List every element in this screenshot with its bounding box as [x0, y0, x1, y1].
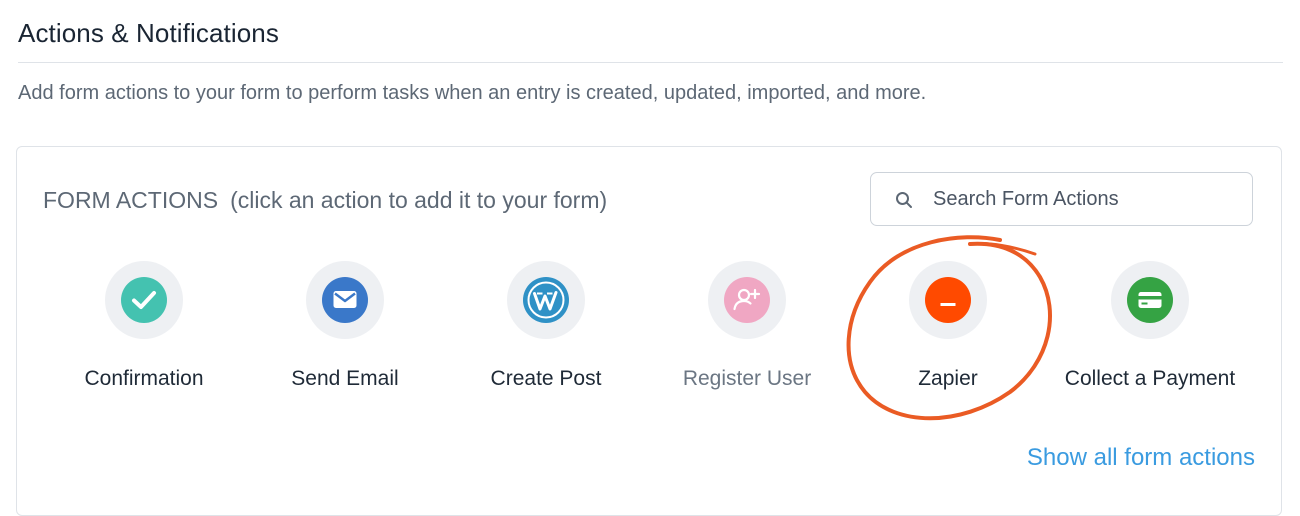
action-label: Send Email	[291, 367, 399, 390]
action-label: Create Post	[490, 367, 602, 390]
panel-heading: FORM ACTIONS (click an action to add it t…	[43, 187, 607, 214]
action-collect-payment-bubble[interactable]	[1111, 261, 1189, 339]
action-send-email[interactable]: Send Email	[245, 261, 445, 391]
annotation-circle	[840, 232, 1070, 447]
action-label: Register User	[682, 367, 812, 390]
show-all-form-actions-link[interactable]: Show all form actions	[1027, 444, 1255, 472]
panel-heading-hint: (click an action to add it to your form)	[230, 187, 608, 213]
action-send-email-bubble[interactable]	[306, 261, 384, 339]
action-register-user-bubble[interactable]	[708, 261, 786, 339]
title-divider	[18, 62, 1283, 63]
action-confirmation[interactable]: Confirmation	[44, 261, 244, 391]
action-label: Collect a Payment	[1064, 367, 1236, 390]
action-create-post[interactable]: Create Post	[446, 261, 646, 391]
search-form-actions-input[interactable]	[933, 173, 1233, 225]
action-collect-payment[interactable]: Collect a Payment	[1050, 261, 1250, 391]
search-form-actions-box[interactable]	[870, 172, 1253, 226]
action-label: Confirmation	[84, 367, 204, 390]
page-title: Actions & Notifications	[18, 18, 279, 48]
action-create-post-bubble[interactable]	[507, 261, 585, 339]
page-description: Add form actions to your form to perform…	[18, 82, 927, 104]
action-confirmation-bubble[interactable]	[105, 261, 183, 339]
action-register-user[interactable]: Register User	[647, 261, 847, 391]
panel-heading-title: FORM ACTIONS	[43, 187, 219, 213]
